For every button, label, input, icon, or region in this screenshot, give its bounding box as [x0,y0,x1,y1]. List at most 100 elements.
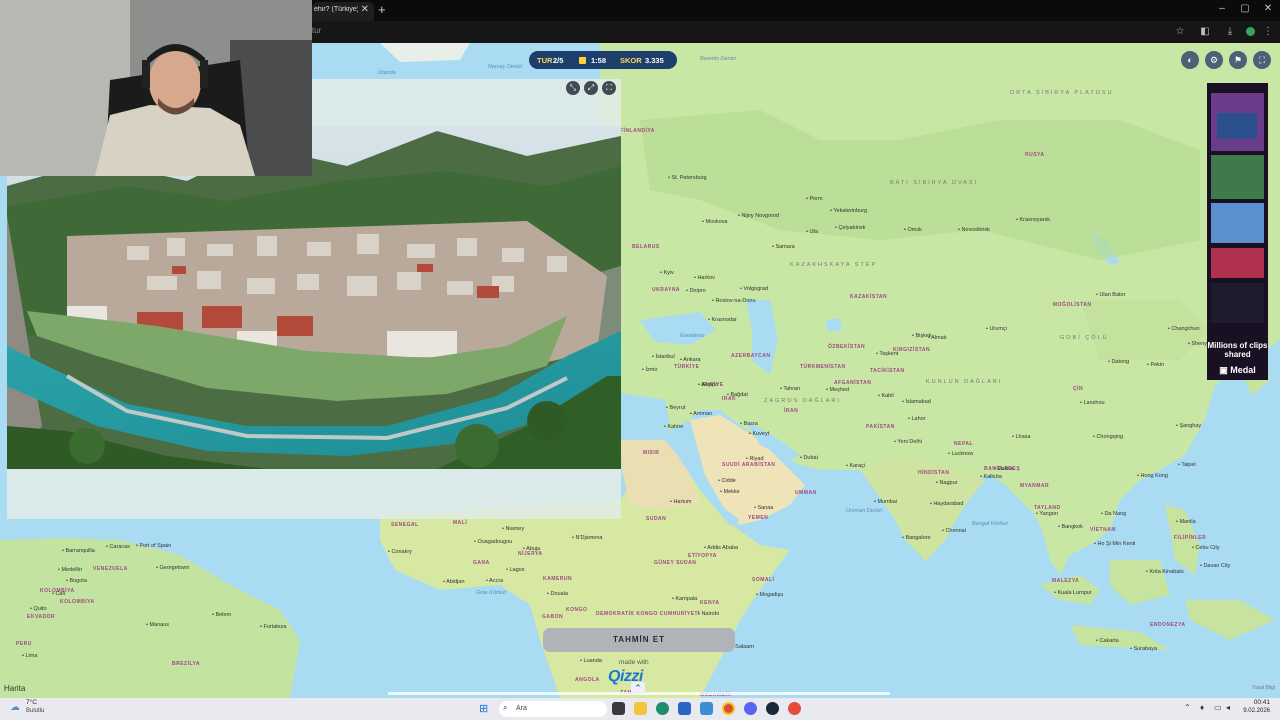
guess-button[interactable]: TAHMİN ET [543,628,735,652]
task-view-icon[interactable] [612,702,625,715]
map-label-citie: • Perm [806,196,823,202]
map-label-citie: • Da Nang [1101,511,1127,517]
map-label-citie: • Ulan Bator [1096,292,1126,298]
map-label-citie: • Lhasa [1012,434,1031,440]
map-label-sea: Umman Denizi [846,508,883,514]
extensions-icon[interactable]: ◧ [1197,24,1213,40]
browser-tab[interactable]: ehir? (Türkiye) - G ✕ [312,2,374,21]
windows-taskbar: ☁ 7°C Bulutlu ⊞ ⌕ Ara ⌃ ♦ ▭ ◂ 00:41 9.02… [0,698,1280,720]
taskbar-search[interactable]: ⌕ Ara [499,701,607,717]
map-label-countrie: AFGANİSTAN [834,380,872,386]
new-tab-button[interactable]: + [378,2,386,17]
star-icon[interactable]: ☆ [1172,24,1188,40]
map-label-countrie: KOLOMBİYA [60,599,95,605]
map-label-countrie: MALİ [453,520,468,526]
map-label-mountain: KUNLUN DAĞLARI [926,379,1003,385]
map-label-citie: • Kabil [878,393,894,399]
url-text[interactable]: tur [312,26,321,35]
map-label-citie: • Taşkent [876,351,899,357]
flag-icon[interactable]: ⚑ [1229,51,1247,69]
map-label-countrie: KIRGIZİSTAN [893,347,931,353]
microphone-icon[interactable]: ♦ [1200,703,1204,712]
file-explorer-icon[interactable] [634,702,647,715]
town-river-photo [7,126,621,469]
map-label-countrie: MOĞOLİSTAN [1053,302,1092,308]
map-label-mountain: GOBİ ÇÖLÜ [1060,335,1109,341]
profile-icon[interactable] [1242,24,1258,40]
minimize-button[interactable]: – [1211,3,1233,14]
app-icon[interactable] [700,702,713,715]
map-label-citie: • Douala [547,591,568,597]
map-label-sea: Gine Körfezi [476,590,507,596]
close-window-button[interactable]: ✕ [1257,3,1279,14]
round-label: TUR [537,56,553,65]
edge-icon[interactable] [656,702,669,715]
clock-time[interactable]: 00:41 [1236,699,1270,706]
map-label-citie: • Dubai [800,455,818,461]
app-icon-2[interactable] [788,702,801,715]
map-label-citie: • Bağdat [727,392,748,398]
map-label-countrie: GABON [542,614,564,620]
collapse-icon[interactable]: ⤡ [566,81,580,95]
map-label-citie: • Manaus [146,622,170,628]
map-label-countrie: SUDAN [646,516,667,522]
chrome-icon[interactable] [722,702,735,715]
map-label-citie: • Hartum [670,499,692,505]
weather-temperature[interactable]: 7°C [26,699,37,706]
map-label-citie: • N'Djamena [572,535,603,541]
map-label-sea: Barents Denizi [700,56,736,62]
map-label-citie: • Conakry [388,549,412,555]
map-label-citie: • Ufa [806,229,819,235]
tray-chevron-icon[interactable]: ⌃ [1184,703,1191,712]
download-icon[interactable]: ⤓ [1222,24,1238,40]
map-label-citie: • Urumçi [986,326,1007,332]
map-label-citie: • Lanzhou [1080,400,1105,406]
map-label-countrie: ÖZBEKİSTAN [828,344,866,350]
map-label-citie: • Dakka [994,466,1014,472]
medal-ad[interactable]: Millions of clips shared ▣ Medal [1207,83,1268,380]
maximize-button[interactable]: ▢ [1234,3,1256,14]
store-icon[interactable] [678,702,691,715]
chevron-up-icon[interactable]: ⌃ [631,682,645,694]
map-label-citie: • Accra [486,578,504,584]
menu-icon[interactable]: ⋮ [1260,24,1276,40]
network-icon[interactable]: ▭ [1214,703,1222,712]
map-label-citie: • Amman [690,411,713,417]
clock-date[interactable]: 9.02.2026 [1236,708,1270,714]
map-label-citie: • Lucknow [948,451,974,457]
close-tab-icon[interactable]: ✕ [361,4,369,15]
map-label-countrie: SENEGAL [391,522,419,528]
weather-icon[interactable]: ☁ [10,702,20,713]
map-label-countrie: DEMOKRATİK KONGO CUMHURİYETİ [596,611,700,617]
fullscreen-icon[interactable]: ⛶ [1253,51,1271,69]
discord-icon[interactable] [744,702,757,715]
steam-icon[interactable] [766,702,779,715]
weather-condition[interactable]: Bulutlu [26,708,44,714]
volume-icon[interactable]: ◂ [1226,703,1230,712]
map-label-citie: • Moskova [702,219,728,225]
map-label-sea: Bengal Körfezi [972,521,1008,527]
map-label-citie: • Nijny Novgorod [738,213,780,219]
expand-icon[interactable]: ⤢ [584,81,598,95]
map-label-citie: • Bogota [66,578,87,584]
map-label-countrie: VENEZUELA [93,566,128,572]
map-label-countrie: EKVADOR [27,614,56,620]
map-label-citie: • Basra [740,421,758,427]
map-label-countrie: NEPAL [954,441,974,447]
location-photo[interactable] [7,126,621,469]
fullscreen-icon[interactable]: ⛶ [602,81,616,95]
settings-icon[interactable]: ⚙ [1205,51,1223,69]
map-label-citie: • Krasnodar [708,317,737,323]
map-label-mountain: ORTA SİBİRYA PLATOSU [1010,90,1114,96]
windows-start-icon[interactable]: ⊞ [479,703,491,715]
map-attribution[interactable]: Harita [4,684,25,693]
map-label-citie: • Bangkok [1058,524,1083,530]
map-label-citie: • Addis Ababa [704,545,739,551]
map-label-citie: • Taipei [1178,462,1196,468]
timer-value: 1:58 [591,56,607,65]
round-value: 2/5 [553,56,564,65]
webcam-overlay [0,0,312,176]
legal-link[interactable]: Yasal Bilgi [1252,685,1275,691]
map-label-citie: • Manila [1176,519,1196,525]
theme-icon[interactable]: ◐ [1181,51,1199,69]
